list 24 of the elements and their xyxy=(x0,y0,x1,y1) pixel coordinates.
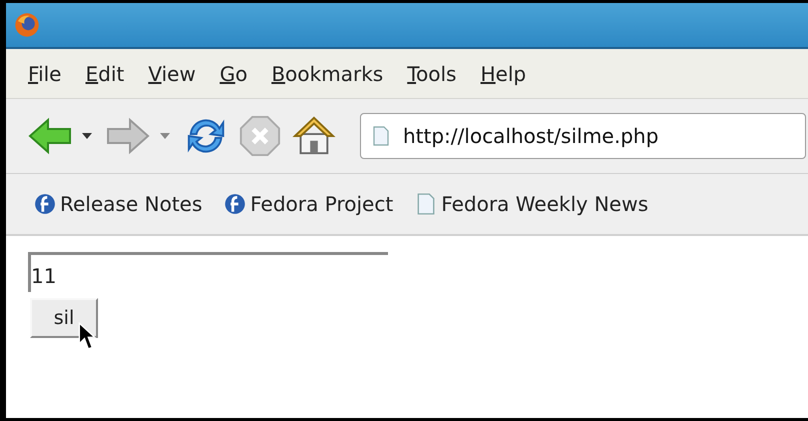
menu-item[interactable]: Tools xyxy=(407,62,456,86)
bookmark-link[interactable]: Fedora Weekly News xyxy=(441,192,648,216)
page-icon xyxy=(373,126,389,146)
menu-item[interactable]: Go xyxy=(220,62,248,86)
menu-item[interactable]: Edit xyxy=(85,62,124,86)
browser-logo-icon xyxy=(14,12,40,38)
forward-arrow-icon[interactable] xyxy=(106,115,150,157)
address-field[interactable]: http://localhost/silme.php xyxy=(360,113,806,159)
caret-icon[interactable] xyxy=(82,133,92,139)
page-icon xyxy=(415,193,438,215)
back-arrow-icon[interactable] xyxy=(28,115,72,157)
text-field[interactable]: 11 xyxy=(28,252,388,292)
mouse-pointer-icon xyxy=(78,322,96,350)
menu-item[interactable]: File xyxy=(28,62,62,86)
bookmark-link[interactable]: Release Notes xyxy=(60,192,202,216)
home-icon[interactable] xyxy=(292,115,336,157)
menu-item[interactable]: View xyxy=(148,62,196,86)
menu-item[interactable]: Bookmarks xyxy=(271,62,384,86)
fedora-logo-icon xyxy=(34,193,56,215)
fedora-logo-icon xyxy=(224,193,246,215)
menu-item[interactable]: Help xyxy=(480,62,526,86)
bookmark-link[interactable]: Fedora Project xyxy=(250,192,394,216)
url-text: http://localhost/silme.php xyxy=(403,124,659,148)
stop-icon[interactable] xyxy=(238,115,282,157)
